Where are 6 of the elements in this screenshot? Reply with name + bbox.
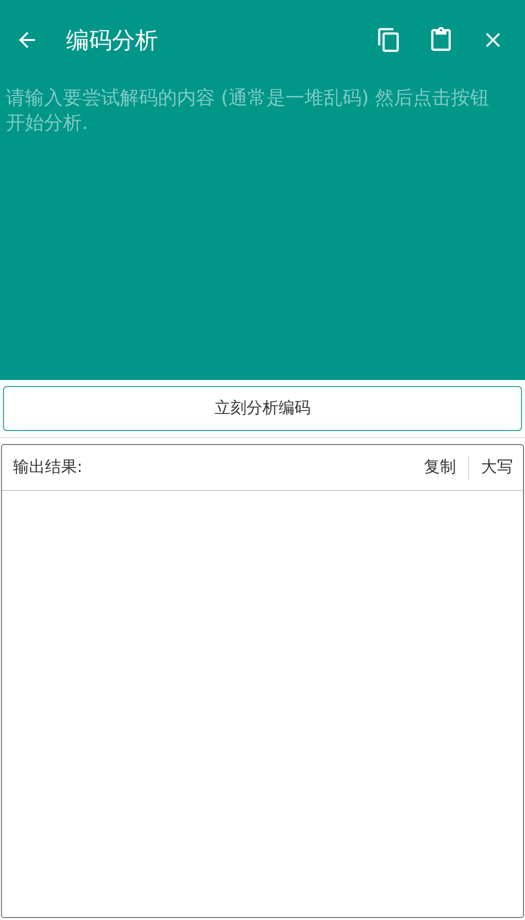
action-button[interactable]: 复制 <box>418 453 462 482</box>
input-field[interactable]: 请输入要尝试解码的内容 (通常是一堆乱码) 然后点击按钮开始分析. <box>0 80 525 380</box>
screen-title: 编码分析 <box>66 26 158 56</box>
output-label: 输出结果: <box>13 457 82 478</box>
action-button[interactable]: 大写 <box>475 453 519 482</box>
analyze-button[interactable]: 立刻分析编码 <box>3 386 522 431</box>
